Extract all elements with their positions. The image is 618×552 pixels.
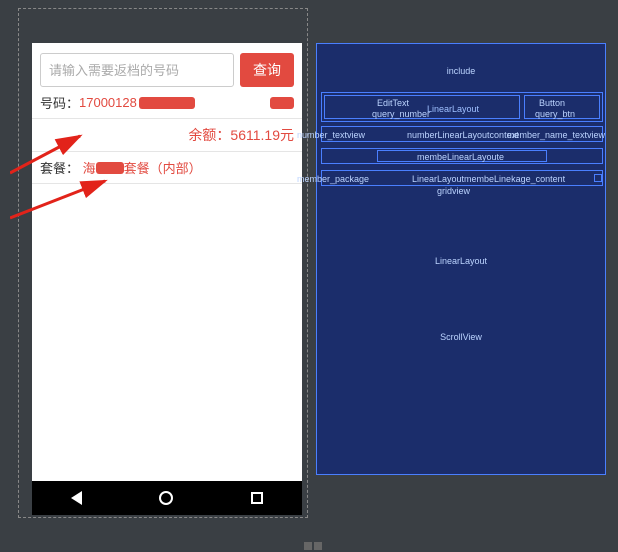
wf-linearlayout2-label: LinearLayout xyxy=(317,256,605,266)
package-label: 套餐： xyxy=(40,158,79,177)
wf-number-context-label: numberLinearLayoutcontext xyxy=(407,130,519,140)
number-row: 号码： 17000128 xyxy=(32,87,302,119)
redaction-mark xyxy=(270,97,294,109)
resize-handle-icon[interactable] xyxy=(304,542,312,550)
query-button[interactable]: 查询 xyxy=(240,53,294,87)
package-row: 套餐： 海 套餐（内部） xyxy=(32,152,302,184)
wf-query-btn-label: query_btn xyxy=(535,109,575,119)
redaction-mark xyxy=(96,162,124,174)
redaction-mark xyxy=(139,97,195,109)
phone-content: 查询 号码： 17000128 余额： 5611.19元 套餐： 海 套餐（内部… xyxy=(32,43,302,481)
wf-button-label: Button xyxy=(539,98,565,108)
balance-row: 余额： 5611.19元 xyxy=(32,119,302,152)
package-prefix: 海 xyxy=(79,158,96,177)
wf-member-balance-label: membeLinearLayoute xyxy=(417,152,504,162)
balance-label: 余额： xyxy=(188,125,230,145)
android-nav-bar xyxy=(32,481,302,515)
wf-gridview-label: gridview xyxy=(437,186,470,196)
wf-member-package-content-label: LinearLayoutmembeLinekage_content xyxy=(412,174,565,184)
wf-member-package-label: member_package xyxy=(297,174,369,184)
search-row: 查询 xyxy=(32,43,302,87)
recent-icon[interactable] xyxy=(251,492,263,504)
balance-value: 5611.19元 xyxy=(230,125,294,145)
number-label: 号码： xyxy=(40,93,79,112)
back-icon[interactable] xyxy=(71,491,82,505)
wf-member-name-label: member_name_textview xyxy=(507,130,605,140)
search-input[interactable] xyxy=(40,53,234,87)
phone-preview: 查询 号码： 17000128 余额： 5611.19元 套餐： 海 套餐（内部… xyxy=(32,43,302,515)
wf-small-box xyxy=(594,174,602,182)
wf-number-textview-label: number_textview xyxy=(297,130,365,140)
wf-query-number-label: query_number xyxy=(372,109,430,119)
wf-linearlayout-label: LinearLayout xyxy=(427,104,479,114)
wf-include: include xyxy=(317,66,605,76)
number-value: 17000128 xyxy=(79,95,137,110)
resize-handle-icon[interactable] xyxy=(314,542,322,550)
home-icon[interactable] xyxy=(159,491,173,505)
package-value: 套餐（内部） xyxy=(124,158,202,177)
wf-edittext-label: EditText xyxy=(377,98,409,108)
wf-scrollview-label: ScrollView xyxy=(317,332,605,342)
layout-wireframe[interactable]: include EditText query_number Button que… xyxy=(316,43,606,475)
